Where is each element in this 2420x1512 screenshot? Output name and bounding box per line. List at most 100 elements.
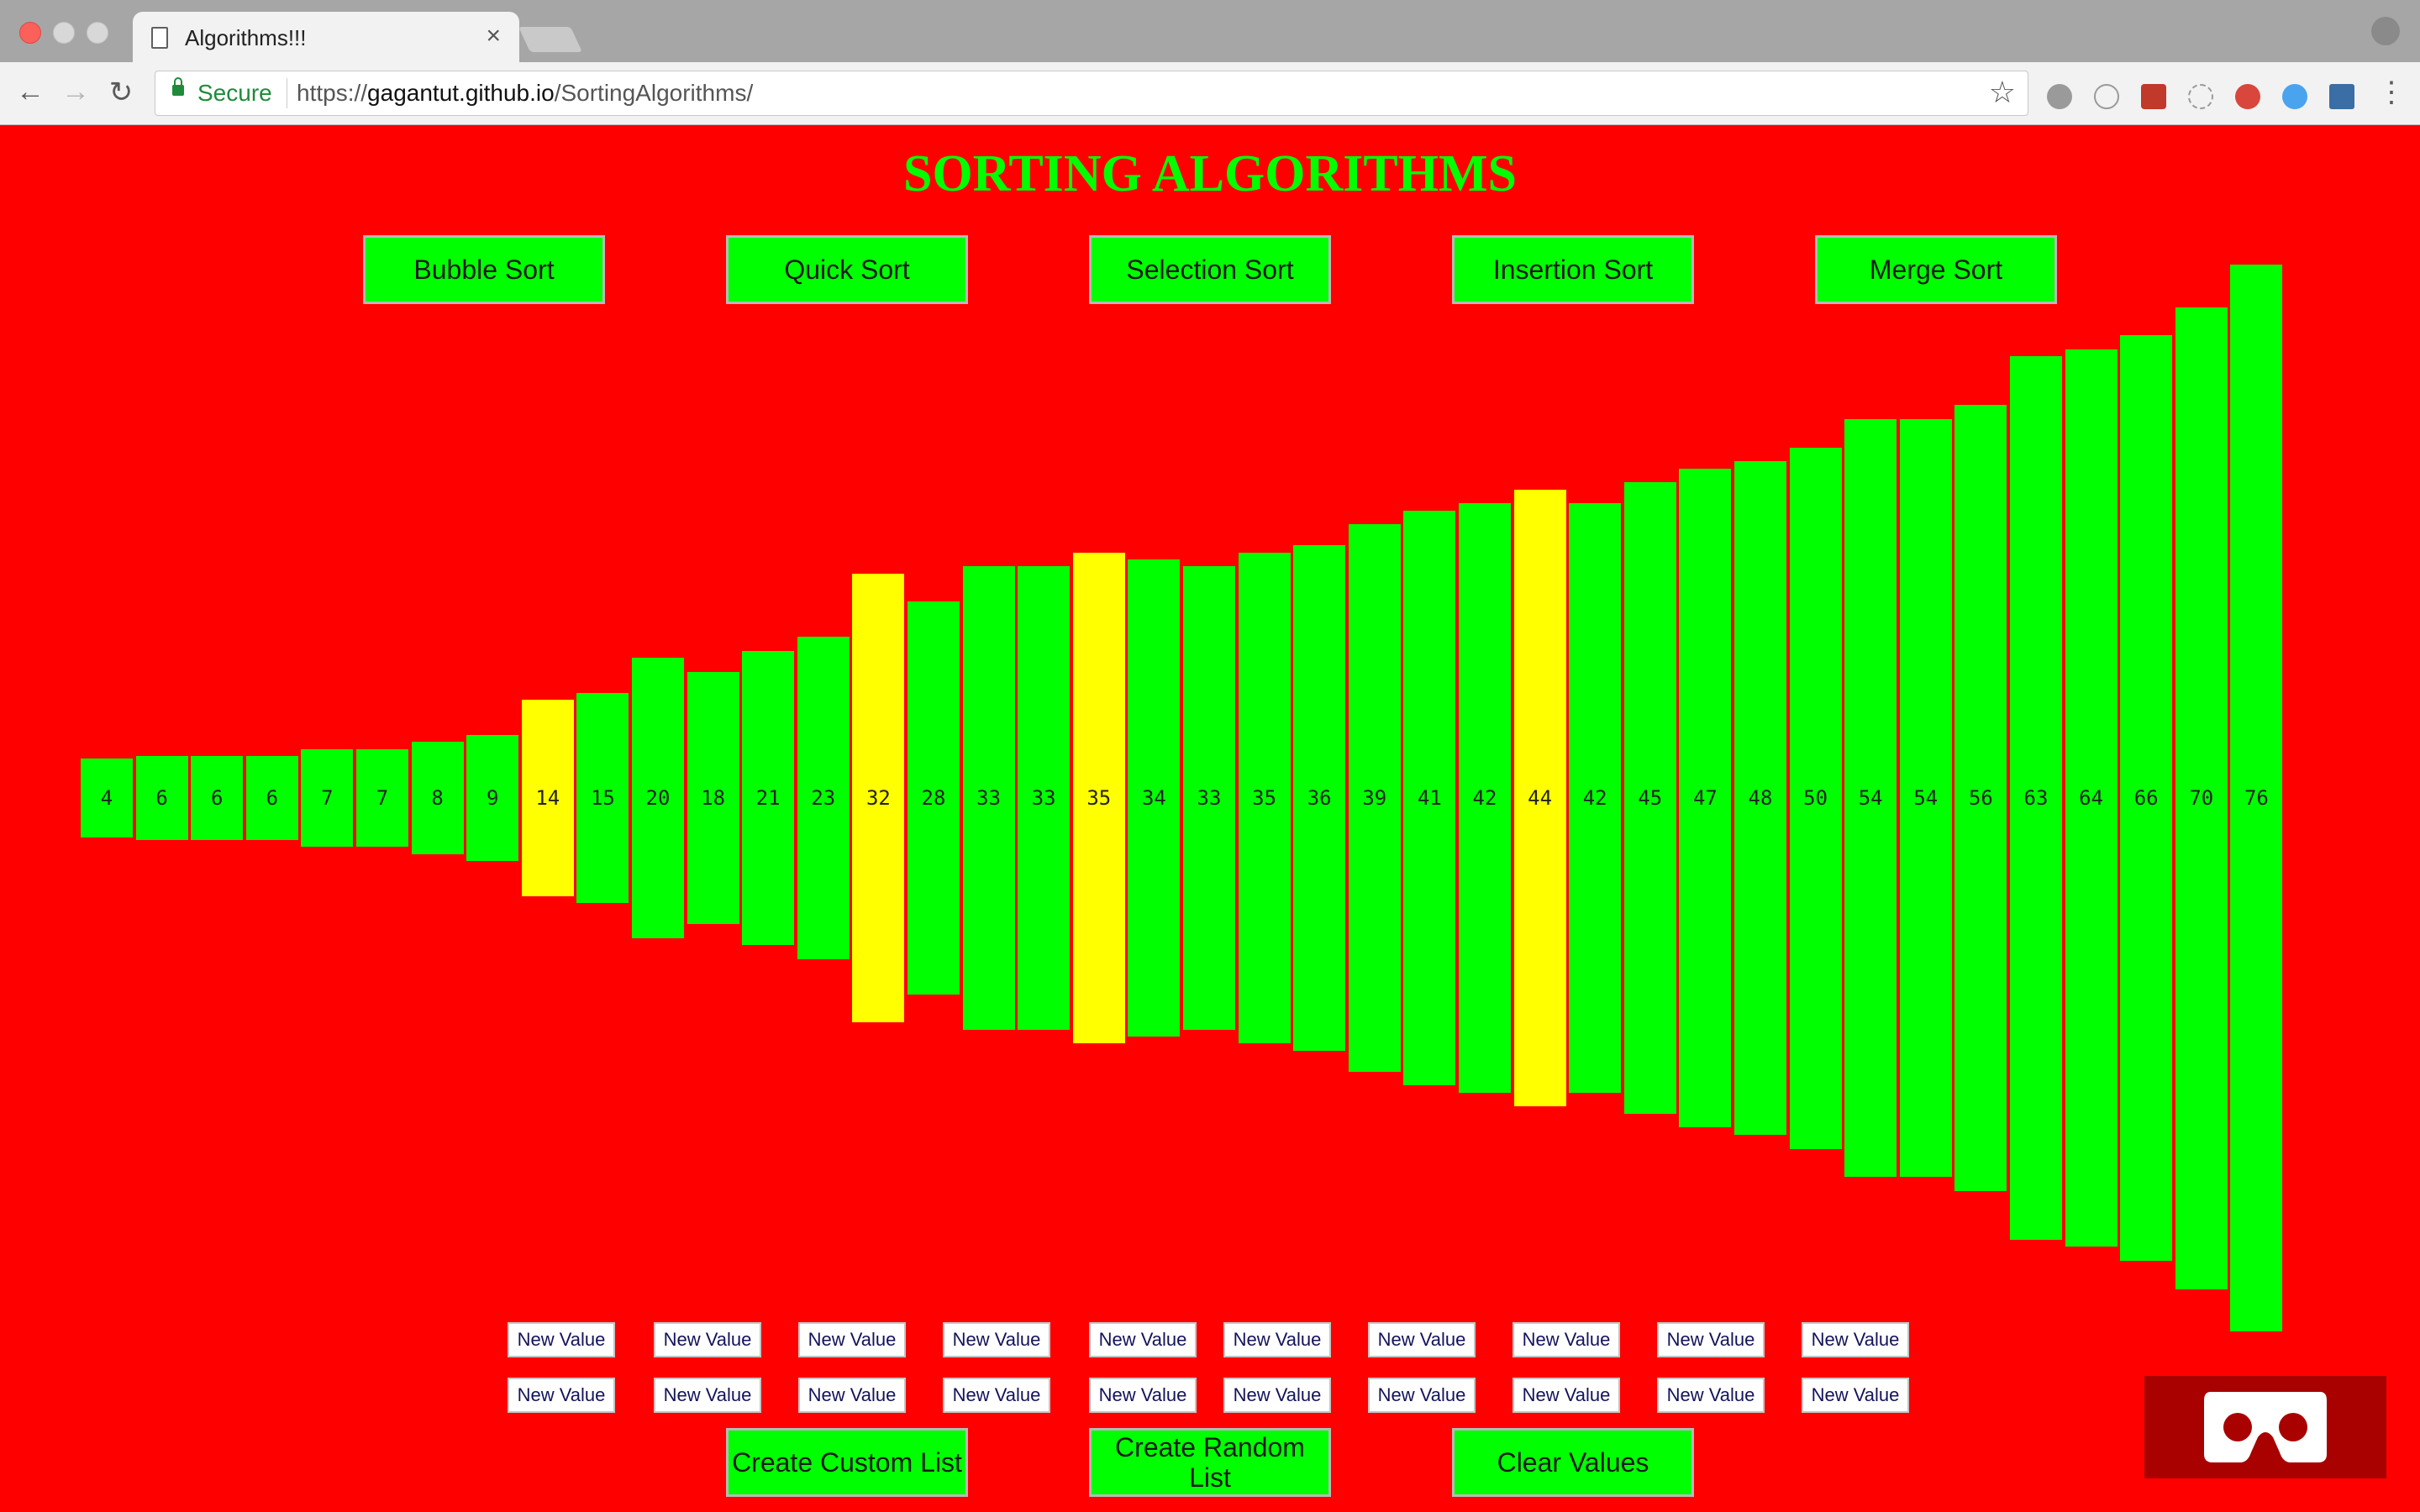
bar: 35: [1072, 552, 1125, 1044]
minimize-window-icon[interactable]: [53, 22, 75, 44]
bookmark-star-icon[interactable]: ☆: [1989, 75, 2016, 110]
url-text: https://gagantut.github.io/SortingAlgori…: [297, 80, 753, 107]
bar: 4: [81, 759, 133, 837]
reload-icon[interactable]: ↻: [104, 76, 138, 109]
bar: 34: [1128, 559, 1181, 1037]
bar: 66: [2120, 334, 2173, 1262]
pocket-extension-icon[interactable]: [2282, 84, 2307, 109]
new-value-input[interactable]: New Value: [1802, 1378, 1909, 1413]
bar: 42: [1459, 503, 1511, 1093]
new-value-input[interactable]: New Value: [654, 1378, 761, 1413]
bar: 32: [852, 573, 905, 1023]
extension-icon[interactable]: [2094, 84, 2119, 109]
bar: 48: [1734, 461, 1786, 1135]
bar: 54: [1844, 419, 1897, 1177]
new-value-input[interactable]: New Value: [1089, 1322, 1197, 1357]
new-value-input[interactable]: New Value: [1223, 1322, 1331, 1357]
maximize-window-icon[interactable]: [87, 22, 108, 44]
selection-sort-button[interactable]: Selection Sort: [1089, 235, 1331, 304]
create-random-list-button[interactable]: Create Random List: [1089, 1428, 1331, 1497]
merge-sort-button[interactable]: Merge Sort: [1815, 235, 2057, 304]
browser-toolbar: ← → ↻ Secure https://gagantut.github.io/…: [0, 62, 2420, 125]
new-value-input[interactable]: New Value: [798, 1378, 906, 1413]
bar: 21: [742, 650, 795, 946]
browser-tabstrip: Algorithms!!! ×: [0, 0, 2420, 64]
lastpass-extension-icon[interactable]: [2141, 84, 2166, 109]
close-window-icon[interactable]: [19, 22, 41, 44]
new-value-input[interactable]: New Value: [1223, 1378, 1331, 1413]
adblock-extension-icon[interactable]: [2047, 84, 2072, 109]
new-value-input[interactable]: New Value: [943, 1322, 1050, 1357]
new-value-input[interactable]: New Value: [1802, 1322, 1909, 1357]
bar: 20: [632, 658, 684, 938]
menu-icon[interactable]: ⋮: [2375, 76, 2408, 109]
tab-title: Algorithms!!!: [185, 25, 307, 50]
bar: 33: [962, 566, 1015, 1030]
bar: 14: [521, 700, 574, 896]
bar: 56: [1954, 405, 2007, 1191]
bar: 15: [576, 692, 629, 904]
secure-label: Secure: [197, 80, 272, 106]
profile-icon[interactable]: [2371, 17, 2400, 45]
record-extension-icon[interactable]: [2235, 84, 2260, 109]
new-value-input[interactable]: New Value: [1657, 1322, 1765, 1357]
bar: 44: [1513, 489, 1566, 1107]
bar: 39: [1348, 524, 1401, 1072]
bar: 7: [356, 748, 408, 848]
bar: 45: [1623, 482, 1676, 1114]
bar: 70: [2175, 307, 2228, 1289]
bar: 41: [1403, 510, 1456, 1086]
bar: 23: [797, 636, 850, 960]
new-value-input[interactable]: New Value: [508, 1378, 615, 1413]
vr-button[interactable]: [2144, 1376, 2386, 1478]
bar: 28: [908, 601, 960, 995]
react-devtools-icon[interactable]: [2188, 84, 2213, 109]
new-value-input[interactable]: New Value: [1368, 1378, 1476, 1413]
back-icon[interactable]: ←: [13, 76, 47, 108]
new-value-input[interactable]: New Value: [943, 1378, 1050, 1413]
new-value-input[interactable]: New Value: [1512, 1378, 1620, 1413]
new-value-input[interactable]: New Value: [508, 1322, 615, 1357]
url-scheme: https://: [297, 80, 368, 106]
bar: 8: [411, 742, 464, 854]
bar: 7: [301, 748, 354, 848]
address-bar[interactable]: Secure https://gagantut.github.io/Sortin…: [155, 71, 2028, 116]
bar: 18: [687, 671, 739, 925]
document-icon: [151, 27, 168, 49]
forward-icon[interactable]: →: [59, 76, 92, 108]
new-value-input[interactable]: New Value: [798, 1322, 906, 1357]
bar: 6: [245, 755, 298, 841]
new-value-input[interactable]: New Value: [1368, 1322, 1476, 1357]
bar: 47: [1679, 468, 1732, 1128]
bar: 6: [135, 755, 188, 841]
create-custom-list-button[interactable]: Create Custom List: [726, 1428, 968, 1497]
new-value-input[interactable]: New Value: [1512, 1322, 1620, 1357]
bar: 54: [1899, 419, 1952, 1177]
quick-sort-button[interactable]: Quick Sort: [726, 235, 968, 304]
bar: 35: [1238, 552, 1291, 1044]
new-value-input[interactable]: New Value: [1657, 1378, 1765, 1413]
bar: 36: [1293, 545, 1346, 1051]
clear-values-button[interactable]: Clear Values: [1452, 1428, 1694, 1497]
cardboard-vr-icon: [2204, 1392, 2327, 1462]
browser-tab[interactable]: Algorithms!!! ×: [133, 12, 519, 64]
bar: 33: [1183, 566, 1235, 1030]
lock-icon: [172, 77, 184, 96]
bar: 64: [2065, 349, 2118, 1247]
new-tab-button[interactable]: [518, 27, 582, 52]
new-value-input[interactable]: New Value: [654, 1322, 761, 1357]
insertion-sort-button[interactable]: Insertion Sort: [1452, 235, 1694, 304]
bar: 33: [1018, 566, 1071, 1030]
bar: 42: [1569, 503, 1622, 1093]
bar: 9: [466, 734, 519, 862]
page-title: SORTING ALGORITHMS: [903, 145, 1517, 202]
url-path: /SortingAlgorithms/: [554, 80, 754, 106]
bar: 50: [1789, 447, 1842, 1149]
tab-close-icon[interactable]: ×: [486, 22, 501, 50]
bar: 6: [191, 755, 244, 841]
bubble-sort-button[interactable]: Bubble Sort: [363, 235, 605, 304]
new-value-input[interactable]: New Value: [1089, 1378, 1197, 1413]
bar: 63: [2010, 355, 2062, 1241]
eyedropper-extension-icon[interactable]: [2329, 84, 2354, 109]
bar: 76: [2230, 265, 2283, 1331]
